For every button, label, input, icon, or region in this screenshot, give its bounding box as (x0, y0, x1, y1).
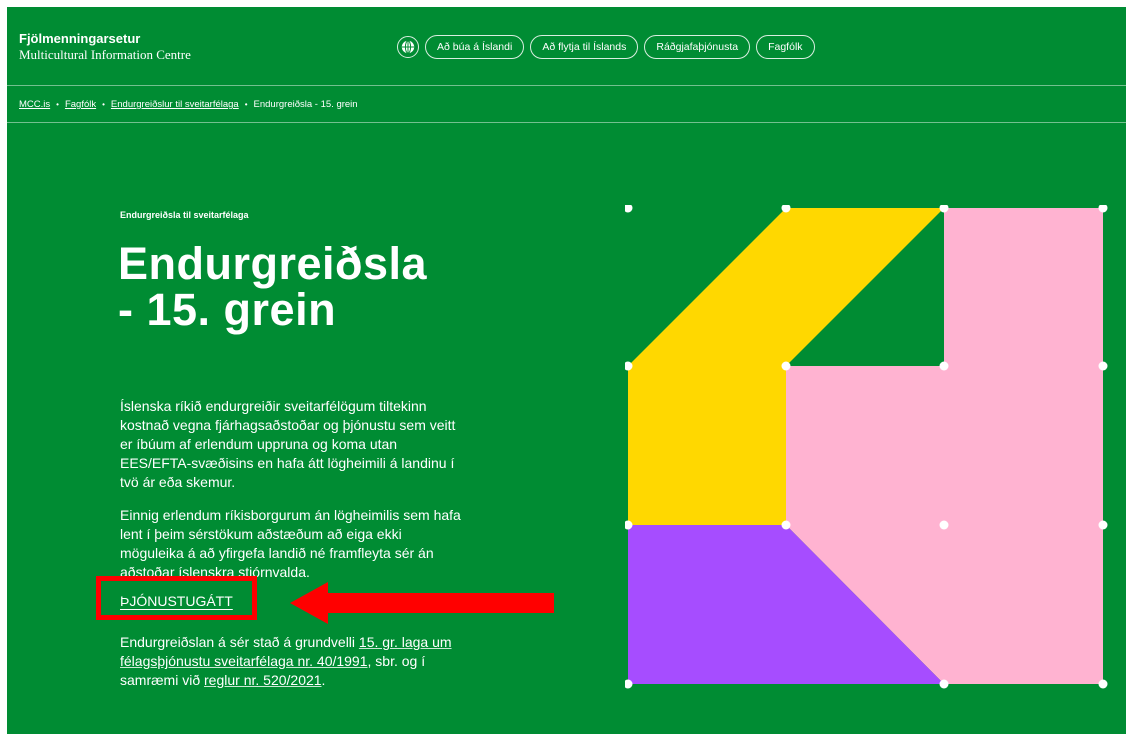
breadcrumb-divider (7, 122, 1126, 123)
language-button[interactable] (397, 36, 419, 58)
red-arrow-annotation (290, 582, 554, 624)
header-divider (7, 85, 1126, 86)
breadcrumb-separator: • (102, 100, 105, 109)
second-paragraph: Einnig erlendum ríkisborgurum án lögheim… (120, 507, 461, 580)
section-eyebrow: Endurgreiðsla til sveitarfélaga (120, 210, 249, 220)
nav-professionals[interactable]: Fagfólk (756, 35, 815, 59)
legal-basis-paragraph: Endurgreiðslan á sér stað á grundvelli 1… (120, 633, 468, 690)
highlight-annotation-box (96, 576, 257, 620)
site-subtitle: Multicultural Information Centre (19, 47, 191, 62)
breadcrumb-professionals[interactable]: Fagfólk (65, 99, 96, 110)
regulation-link[interactable]: reglur nr. 520/2021 (204, 672, 322, 688)
breadcrumb-separator: • (56, 100, 59, 109)
page-title: Endurgreiðsla - 15. grein (118, 238, 428, 335)
decorative-artwork (625, 205, 1108, 689)
site-logo[interactable]: Fjölmenningarsetur Multicultural Informa… (19, 32, 191, 62)
intro-paragraph: Íslenska ríkið endurgreiðir sveitarfélög… (120, 398, 456, 490)
breadcrumb-separator: • (244, 100, 248, 109)
breadcrumb-current: Endurgreiðsla - 15. grein (253, 99, 358, 110)
nav-living-in-iceland[interactable]: Að búa á Íslandi (425, 35, 525, 59)
page-background: Fjölmenningarsetur Multicultural Informa… (7, 7, 1126, 734)
main-navigation: Að búa á Íslandi Að flytja til Íslands R… (397, 35, 815, 59)
site-name: Fjölmenningarsetur (19, 31, 141, 46)
legal-text-end: . (321, 672, 326, 688)
nav-moving-to-iceland[interactable]: Að flytja til Íslands (530, 35, 639, 59)
globe-icon (401, 40, 415, 54)
breadcrumb: MCC.is • Fagfólk • Endurgreiðslur til sv… (19, 99, 358, 110)
nav-counselling[interactable]: Ráðgjafaþjónusta (644, 35, 751, 59)
breadcrumb-reimbursements[interactable]: Endurgreiðslur til sveitarfélaga (111, 99, 239, 110)
breadcrumb-home[interactable]: MCC.is (19, 99, 50, 110)
legal-text-start: Endurgreiðslan á sér stað á grundvelli (120, 634, 359, 650)
